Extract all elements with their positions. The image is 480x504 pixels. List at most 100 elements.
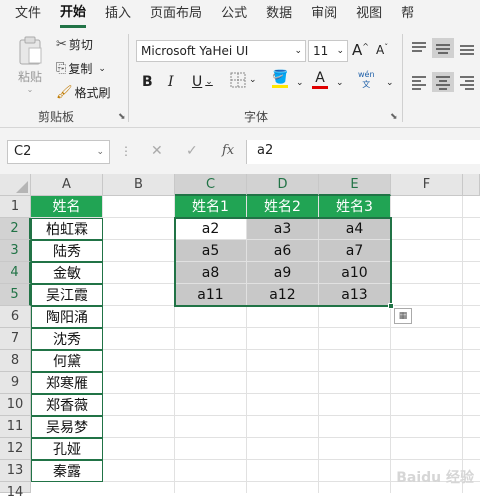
row-header[interactable]: 11: [0, 416, 31, 438]
cell-a[interactable]: 吴易梦: [31, 416, 103, 438]
table-cell[interactable]: a4: [319, 218, 391, 240]
align-top-icon: [412, 42, 426, 52]
font-color-button[interactable]: A: [312, 70, 328, 89]
row-header[interactable]: 3: [0, 240, 31, 262]
copy-button[interactable]: ⎘ 复制 ⌄: [56, 60, 106, 77]
table-cell[interactable]: a13: [319, 284, 391, 306]
borders-button[interactable]: ⌄: [230, 72, 257, 88]
cell-a[interactable]: 沈秀: [31, 328, 103, 350]
tab-home[interactable]: 开始: [60, 0, 87, 28]
table-cell[interactable]: a11: [175, 284, 247, 306]
row-header[interactable]: 7: [0, 328, 31, 350]
column-header-f[interactable]: F: [391, 174, 463, 196]
cell-a[interactable]: 柏虹霖: [31, 218, 103, 240]
align-center-icon: [436, 76, 450, 90]
tab-page-layout[interactable]: 页面布局: [150, 0, 202, 28]
cell-a[interactable]: 何黛: [31, 350, 103, 372]
dialog-launcher-icon[interactable]: ⬊: [390, 112, 398, 122]
table-cell[interactable]: a3: [247, 218, 319, 240]
table-cell[interactable]: a8: [175, 262, 247, 284]
formula-input[interactable]: a2: [246, 140, 480, 164]
row-header[interactable]: 9: [0, 372, 31, 394]
fill-color-button[interactable]: 🪣: [272, 70, 288, 88]
row-header[interactable]: 4: [0, 262, 31, 284]
cell-e1[interactable]: 姓名3: [319, 196, 391, 218]
paste-button[interactable]: 粘贴 ⌄: [12, 36, 48, 100]
column-header-g[interactable]: [463, 174, 480, 196]
column-header-a[interactable]: A: [31, 174, 103, 196]
caret-up-icon: ^: [362, 41, 369, 51]
row-header[interactable]: 14: [0, 482, 31, 500]
increase-font-button[interactable]: A ^: [352, 41, 369, 59]
table-cell[interactable]: a9: [247, 262, 319, 284]
cell-a[interactable]: 陶阳涌: [31, 306, 103, 328]
column-header-c[interactable]: C: [175, 174, 247, 196]
tab-file[interactable]: 文件: [15, 0, 41, 28]
cell-a[interactable]: 吴江霞: [31, 284, 103, 306]
row-header[interactable]: 1: [0, 196, 31, 218]
row-header[interactable]: 5: [0, 284, 31, 306]
cell-d1[interactable]: 姓名2: [247, 196, 319, 218]
bold-button[interactable]: B: [142, 74, 153, 90]
font-name-select[interactable]: Microsoft YaHei UI ⌄: [136, 40, 306, 62]
align-center-button[interactable]: [432, 72, 454, 92]
cell-a[interactable]: 金敏: [31, 262, 103, 284]
row-header[interactable]: 10: [0, 394, 31, 416]
align-top-button[interactable]: [410, 40, 428, 56]
tab-review[interactable]: 审阅: [311, 0, 337, 28]
active-cell[interactable]: a2: [175, 218, 247, 240]
chevron-down-icon: ⌄: [249, 75, 257, 85]
dialog-launcher-icon[interactable]: ⬊: [118, 112, 126, 122]
phonetic-button[interactable]: wén 文: [358, 70, 375, 90]
column-header-e[interactable]: E: [319, 174, 391, 196]
tab-formulas[interactable]: 公式: [221, 0, 247, 28]
row-header[interactable]: 6: [0, 306, 31, 328]
cell-a[interactable]: 秦露: [31, 460, 103, 482]
table-cell[interactable]: a5: [175, 240, 247, 262]
copy-label: 复制: [68, 62, 93, 76]
enter-icon[interactable]: ✓: [186, 143, 198, 159]
format-painter-button[interactable]: 🖌 格式刷: [56, 84, 111, 101]
row-header[interactable]: 2: [0, 218, 31, 240]
row-header[interactable]: 12: [0, 438, 31, 460]
font-size-select[interactable]: 11 ⌄: [308, 40, 348, 62]
row-header[interactable]: 8: [0, 350, 31, 372]
column-header-d[interactable]: D: [247, 174, 319, 196]
borders-icon: [230, 72, 246, 88]
cell-a[interactable]: 陆秀: [31, 240, 103, 262]
name-box[interactable]: C2 ⌄: [7, 140, 110, 164]
tab-view[interactable]: 视图: [356, 0, 382, 28]
column-header-b[interactable]: B: [103, 174, 175, 196]
tab-insert[interactable]: 插入: [105, 0, 131, 28]
cell-a[interactable]: 郑香薇: [31, 394, 103, 416]
cell-a[interactable]: 郑寒雁: [31, 372, 103, 394]
chevron-down-icon[interactable]: ⌄: [336, 78, 344, 88]
cell-a[interactable]: 孔娅: [31, 438, 103, 460]
table-cell[interactable]: a12: [247, 284, 319, 306]
cell-c1[interactable]: 姓名1: [175, 196, 247, 218]
underline-icon: U: [192, 74, 203, 90]
fill-color-swatch: [272, 85, 289, 88]
table-cell[interactable]: a6: [247, 240, 319, 262]
align-bottom-button[interactable]: [458, 40, 476, 56]
cell-a1[interactable]: 姓名: [31, 196, 103, 218]
underline-button[interactable]: U ⌄: [192, 74, 213, 90]
decrease-font-button[interactable]: Aˇ: [376, 43, 388, 58]
align-middle-button[interactable]: [432, 38, 454, 58]
insert-function-icon[interactable]: fx: [222, 143, 234, 158]
align-left-button[interactable]: [410, 74, 428, 90]
chevron-down-icon[interactable]: ⌄: [296, 78, 304, 88]
quick-analysis-icon[interactable]: ▦: [394, 308, 412, 324]
align-right-button[interactable]: [458, 74, 476, 90]
tab-help[interactable]: 帮: [401, 0, 414, 28]
table-cell[interactable]: a7: [319, 240, 391, 262]
table-cell[interactable]: a10: [319, 262, 391, 284]
worksheet-grid[interactable]: A B C D E F 1 2 3 4 5 6 7 8 9 10 11 12 1…: [0, 174, 480, 500]
select-all-corner[interactable]: [0, 174, 31, 196]
cancel-icon[interactable]: ✕: [151, 143, 163, 159]
chevron-down-icon[interactable]: ⌄: [386, 78, 394, 88]
cut-button[interactable]: ✂ 剪切: [56, 36, 93, 53]
row-header[interactable]: 13: [0, 460, 31, 482]
tab-data[interactable]: 数据: [266, 0, 292, 28]
italic-button[interactable]: I: [168, 74, 174, 90]
